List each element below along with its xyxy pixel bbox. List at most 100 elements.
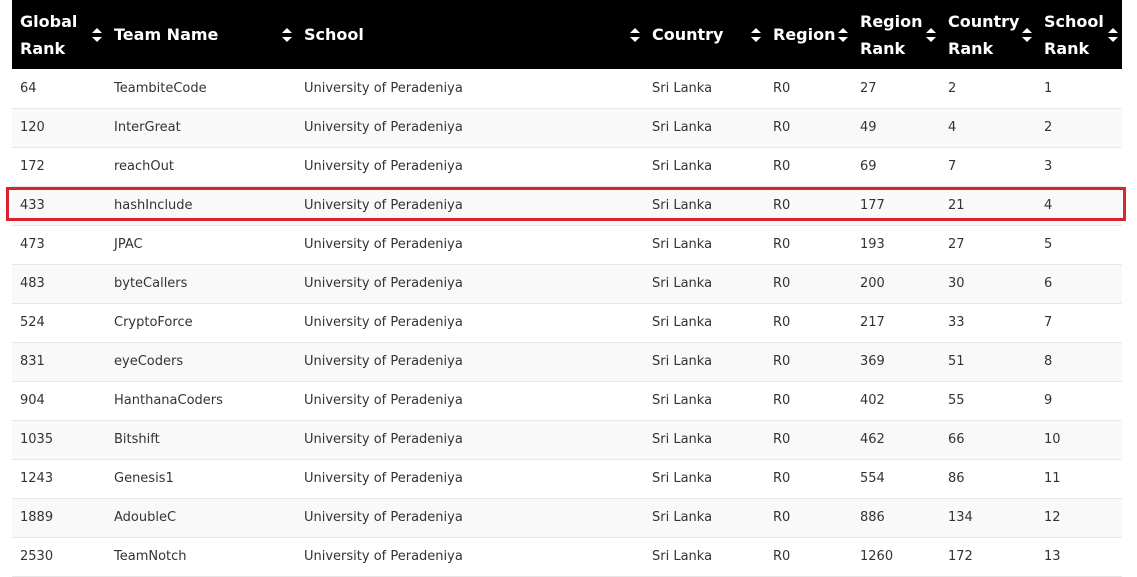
cell-school: University of Peradeniya [304, 510, 463, 525]
table-row[interactable]: 483 byteCallers University of Peradeniya… [12, 264, 1122, 303]
cell-team-name: HanthanaCoders [114, 393, 223, 408]
cell-region-rank: 69 [860, 159, 877, 174]
cell-region: R0 [773, 510, 791, 525]
cell-country: Sri Lanka [652, 120, 713, 135]
cell-region: R0 [773, 393, 791, 408]
cell-school-rank: 8 [1044, 354, 1053, 369]
cell-country-rank: 4 [948, 120, 957, 135]
cell-region-rank: 402 [860, 393, 885, 408]
cell-global-rank: 904 [20, 393, 45, 408]
cell-school: University of Peradeniya [304, 237, 463, 252]
cell-school-rank: 4 [1044, 198, 1053, 213]
column-header-school-rank[interactable]: School Rank [1036, 0, 1122, 69]
cell-region: R0 [773, 80, 791, 96]
cell-region-rank: 27 [860, 80, 877, 96]
cell-region: R0 [773, 354, 791, 369]
cell-team-name: InterGreat [114, 120, 181, 135]
column-header-region-rank[interactable]: Region Rank [852, 0, 940, 69]
cell-school-rank: 3 [1044, 159, 1053, 174]
cell-region: R0 [773, 432, 791, 447]
cell-school: University of Peradeniya [304, 549, 463, 564]
cell-region: R0 [773, 237, 791, 252]
cell-global-rank: 1243 [20, 471, 54, 486]
cell-school-rank: 10 [1044, 432, 1061, 447]
table-row[interactable]: 64 TeambiteCode University of Peradeniya… [12, 69, 1122, 108]
column-header-team-name[interactable]: Team Name [106, 0, 296, 69]
cell-global-rank: 64 [20, 80, 37, 96]
table-row[interactable]: 120 InterGreat University of Peradeniya … [12, 108, 1122, 147]
table-row[interactable]: 904 HanthanaCoders University of Peraden… [12, 381, 1122, 420]
sort-arrows-icon[interactable] [92, 27, 102, 42]
cell-country: Sri Lanka [652, 471, 713, 486]
cell-global-rank: 524 [20, 315, 45, 330]
sort-arrows-icon[interactable] [838, 27, 848, 42]
column-header-country[interactable]: Country [644, 0, 765, 69]
cell-country-rank: 55 [948, 393, 965, 408]
sort-arrows-icon[interactable] [751, 27, 761, 42]
cell-school: University of Peradeniya [304, 276, 463, 291]
column-header-global-rank[interactable]: Global Rank [12, 0, 106, 69]
table-row-highlighted[interactable]: 433 hashInclude University of Peradeniya… [12, 186, 1122, 225]
cell-country: Sri Lanka [652, 549, 713, 564]
column-header-country-rank[interactable]: Country Rank [940, 0, 1036, 69]
cell-country: Sri Lanka [652, 354, 713, 369]
cell-school: University of Peradeniya [304, 354, 463, 369]
cell-region: R0 [773, 276, 791, 291]
cell-region: R0 [773, 471, 791, 486]
cell-global-rank: 1889 [20, 510, 54, 525]
cell-school-rank: 7 [1044, 315, 1053, 330]
cell-country: Sri Lanka [652, 432, 713, 447]
cell-country: Sri Lanka [652, 510, 713, 525]
cell-global-rank: 473 [20, 237, 45, 252]
sort-arrows-icon[interactable] [926, 27, 936, 42]
results-table-container: Global Rank Team Name School Country Reg… [12, 0, 1122, 577]
cell-region-rank: 193 [860, 237, 885, 252]
cell-school: University of Peradeniya [304, 198, 463, 213]
cell-region: R0 [773, 315, 791, 330]
cell-region-rank: 49 [860, 120, 877, 135]
cell-team-name: byteCallers [114, 276, 188, 291]
cell-team-name: Bitshift [114, 432, 160, 447]
table-row[interactable]: 1889 AdoubleC University of Peradeniya S… [12, 498, 1122, 537]
cell-region-rank: 177 [860, 198, 885, 213]
cell-school-rank: 9 [1044, 393, 1053, 408]
cell-school: University of Peradeniya [304, 315, 463, 330]
cell-school-rank: 1 [1044, 80, 1053, 96]
cell-country-rank: 51 [948, 354, 965, 369]
table-row[interactable]: 524 CryptoForce University of Peradeniya… [12, 303, 1122, 342]
column-header-region[interactable]: Region [765, 0, 852, 69]
results-table: Global Rank Team Name School Country Reg… [12, 0, 1122, 577]
cell-country-rank: 86 [948, 471, 965, 486]
cell-team-name: reachOut [114, 159, 174, 174]
cell-country: Sri Lanka [652, 159, 713, 174]
sort-arrows-icon[interactable] [282, 27, 292, 42]
table-row[interactable]: 831 eyeCoders University of Peradeniya S… [12, 342, 1122, 381]
cell-school-rank: 5 [1044, 237, 1053, 252]
cell-team-name: eyeCoders [114, 354, 184, 369]
cell-country-rank: 21 [948, 198, 965, 213]
cell-school: University of Peradeniya [304, 432, 463, 447]
sort-arrows-icon[interactable] [630, 27, 640, 42]
cell-region-rank: 200 [860, 276, 885, 291]
cell-country-rank: 172 [948, 549, 973, 564]
cell-global-rank: 172 [20, 159, 45, 174]
table-row[interactable]: 1035 Bitshift University of Peradeniya S… [12, 420, 1122, 459]
cell-country-rank: 7 [948, 159, 957, 174]
cell-country: Sri Lanka [652, 393, 713, 408]
cell-country: Sri Lanka [652, 276, 713, 291]
cell-global-rank: 2530 [20, 549, 54, 564]
cell-country: Sri Lanka [652, 315, 713, 330]
table-body: 64 TeambiteCode University of Peradeniya… [12, 69, 1122, 576]
sort-arrows-icon[interactable] [1108, 27, 1118, 42]
cell-country: Sri Lanka [652, 198, 713, 213]
cell-school-rank: 12 [1044, 510, 1061, 525]
column-header-school[interactable]: School [296, 0, 644, 69]
table-row[interactable]: 473 JPAC University of Peradeniya Sri La… [12, 225, 1122, 264]
cell-country-rank: 2 [948, 80, 957, 96]
table-row[interactable]: 1243 Genesis1 University of Peradeniya S… [12, 459, 1122, 498]
cell-region: R0 [773, 549, 791, 564]
cell-school: University of Peradeniya [304, 120, 463, 135]
table-row[interactable]: 172 reachOut University of Peradeniya Sr… [12, 147, 1122, 186]
table-row[interactable]: 2530 TeamNotch University of Peradeniya … [12, 537, 1122, 576]
sort-arrows-icon[interactable] [1022, 27, 1032, 42]
